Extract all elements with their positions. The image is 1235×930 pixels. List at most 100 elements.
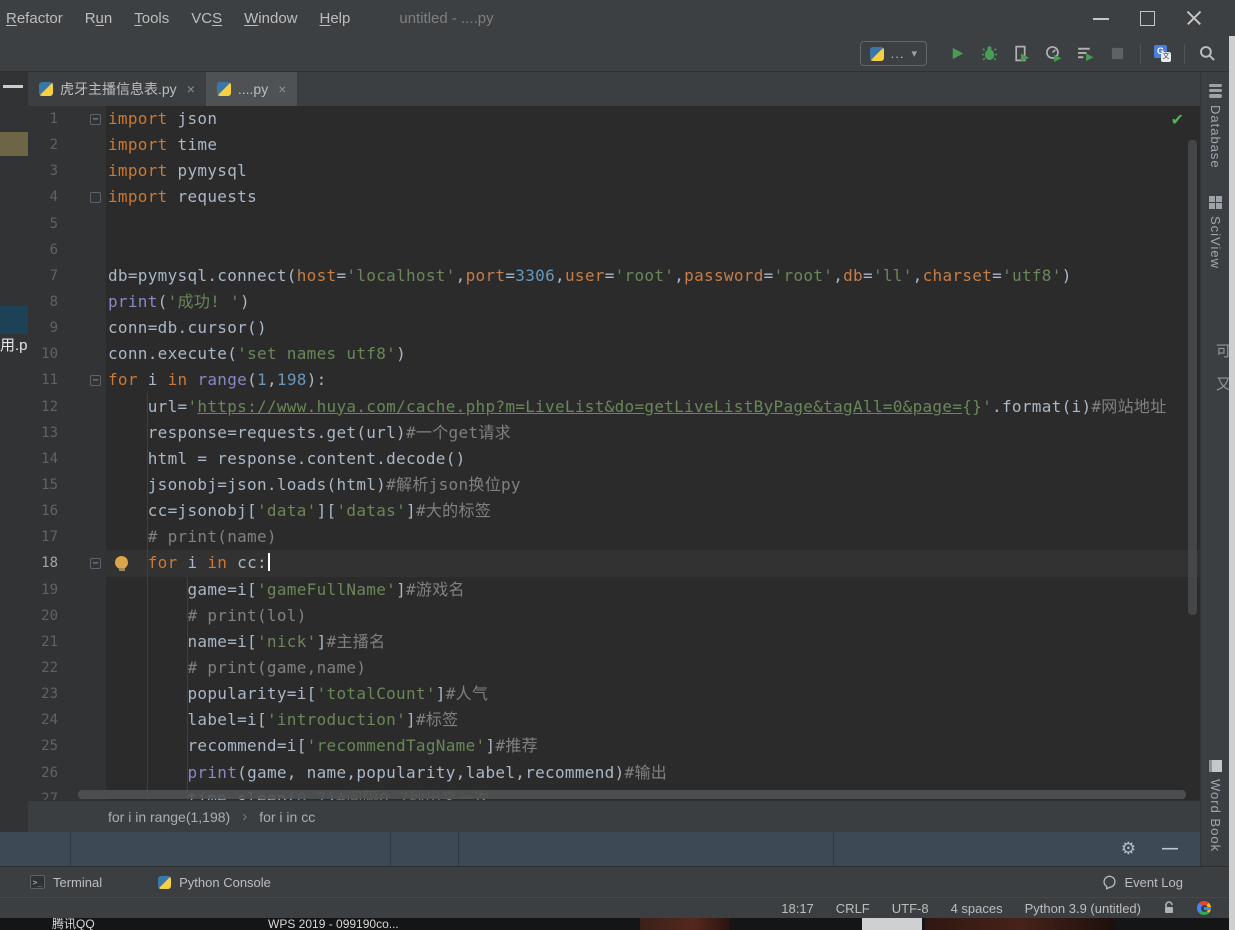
code-text[interactable]: for i in range(1,198): bbox=[106, 367, 1200, 393]
execute-selection-button[interactable] bbox=[1076, 44, 1095, 63]
code-text[interactable]: import requests bbox=[106, 184, 1200, 210]
menu-refactor[interactable]: Refactor bbox=[0, 10, 74, 27]
code-text[interactable]: label=i['introduction']#标签 bbox=[106, 707, 1200, 733]
debug-button[interactable] bbox=[980, 44, 999, 63]
code-text[interactable]: popularity=i['totalCount']#人气 bbox=[106, 681, 1200, 707]
code-line-15[interactable]: 15 jsonobj=json.loads(html)#解析json换位py bbox=[28, 472, 1200, 498]
lock-icon[interactable] bbox=[1163, 901, 1175, 915]
code-text[interactable]: cc=jsonobj['data']['datas']#大的标签 bbox=[106, 498, 1200, 524]
code-line-9[interactable]: 9conn=db.cursor() bbox=[28, 315, 1200, 341]
code-line-8[interactable]: 8print('成功! ') bbox=[28, 289, 1200, 315]
gutter-cell[interactable]: 2 bbox=[28, 132, 106, 158]
code-line-24[interactable]: 24 label=i['introduction']#标签 bbox=[28, 707, 1200, 733]
horizontal-scrollbar[interactable] bbox=[78, 790, 1186, 799]
code-text[interactable]: game=i['gameFullName']#游戏名 bbox=[106, 577, 1200, 603]
code-editor[interactable]: 1−import json2import time3import pymysql… bbox=[28, 106, 1200, 800]
gutter-cell[interactable]: 23 bbox=[28, 681, 106, 707]
menu-tools[interactable]: Tools bbox=[123, 10, 180, 27]
cursor-position-widget[interactable]: 18:17 bbox=[781, 901, 814, 916]
code-text[interactable]: jsonobj=json.loads(html)#解析json换位py bbox=[106, 472, 1200, 498]
code-line-7[interactable]: 7db=pymysql.connect(host='localhost',por… bbox=[28, 263, 1200, 289]
inspections-ok-icon[interactable]: ✔ bbox=[1171, 110, 1184, 129]
code-line-23[interactable]: 23 popularity=i['totalCount']#人气 bbox=[28, 681, 1200, 707]
code-text[interactable]: db=pymysql.connect(host='localhost',port… bbox=[106, 263, 1200, 289]
gutter-cell[interactable]: 8 bbox=[28, 289, 106, 315]
code-line-16[interactable]: 16 cc=jsonobj['data']['datas']#大的标签 bbox=[28, 498, 1200, 524]
code-line-22[interactable]: 22 # print(game,name) bbox=[28, 655, 1200, 681]
code-text[interactable]: print('成功! ') bbox=[106, 289, 1200, 315]
code-line-12[interactable]: 12 url='https://www.huya.com/cache.php?m… bbox=[28, 394, 1200, 420]
code-line-4[interactable]: 4import requests bbox=[28, 184, 1200, 210]
sidebar-item-database[interactable]: Database bbox=[1201, 84, 1229, 168]
gutter-cell[interactable]: 26 bbox=[28, 760, 106, 786]
menu-run[interactable]: Run bbox=[74, 10, 124, 27]
code-text[interactable]: url='https://www.huya.com/cache.php?m=Li… bbox=[106, 394, 1200, 420]
code-text[interactable]: response=requests.get(url)#一个get请求 bbox=[106, 420, 1200, 446]
code-line-10[interactable]: 10conn.execute('set names utf8') bbox=[28, 341, 1200, 367]
translate-icon[interactable]: G 文 bbox=[1154, 45, 1171, 62]
gutter-cell[interactable]: 10 bbox=[28, 341, 106, 367]
vertical-scrollbar[interactable] bbox=[1188, 140, 1197, 615]
gutter-cell[interactable]: 15 bbox=[28, 472, 106, 498]
code-line-18[interactable]: 18− for i in cc: bbox=[28, 550, 1200, 576]
code-text[interactable]: # print(lol) bbox=[106, 603, 1200, 629]
close-button[interactable] bbox=[1171, 0, 1217, 36]
code-text[interactable]: recommend=i['recommendTagName']#推荐 bbox=[106, 733, 1200, 759]
stop-button[interactable] bbox=[1108, 44, 1127, 63]
code-text[interactable]: import time bbox=[106, 132, 1200, 158]
gutter-cell[interactable]: 11− bbox=[28, 367, 106, 393]
run-config-selector[interactable]: ... ▾ bbox=[860, 41, 927, 66]
breadcrumb-item[interactable]: for i in range(1,198) bbox=[108, 809, 230, 825]
code-text[interactable]: conn=db.cursor() bbox=[106, 315, 1200, 341]
sidebar-item-word-book[interactable]: Word Book bbox=[1201, 760, 1229, 852]
gutter-cell[interactable]: 25 bbox=[28, 733, 106, 759]
run-with-coverage-button[interactable] bbox=[1012, 44, 1031, 63]
gutter-cell[interactable]: 22 bbox=[28, 655, 106, 681]
gutter-cell[interactable]: 19 bbox=[28, 577, 106, 603]
tab-close-icon[interactable]: × bbox=[278, 81, 286, 97]
code-line-17[interactable]: 17 # print(name) bbox=[28, 524, 1200, 550]
code-line-19[interactable]: 19 game=i['gameFullName']#游戏名 bbox=[28, 577, 1200, 603]
editor-tab-0[interactable]: 虎牙主播信息表.py× bbox=[28, 72, 206, 106]
code-line-6[interactable]: 6 bbox=[28, 237, 1200, 263]
menu-window[interactable]: Window bbox=[233, 10, 308, 27]
code-text[interactable]: # print(name) bbox=[106, 524, 1200, 550]
tab-close-icon[interactable]: × bbox=[187, 81, 195, 97]
terminal-button[interactable]: >_ Terminal bbox=[30, 875, 102, 890]
settings-gear-icon[interactable]: ⚙ bbox=[1121, 839, 1136, 859]
interpreter-widget[interactable]: Python 3.9 (untitled) bbox=[1025, 901, 1141, 916]
editor-tab-1[interactable]: ....py× bbox=[206, 72, 298, 106]
gutter-cell[interactable]: 24 bbox=[28, 707, 106, 733]
python-console-button[interactable]: Python Console bbox=[158, 875, 271, 890]
code-line-21[interactable]: 21 name=i['nick']#主播名 bbox=[28, 629, 1200, 655]
gutter-cell[interactable]: 12 bbox=[28, 394, 106, 420]
gutter-cell[interactable]: 5 bbox=[28, 211, 106, 237]
gutter-cell[interactable]: 18− bbox=[28, 550, 106, 576]
gutter-cell[interactable]: 16 bbox=[28, 498, 106, 524]
code-text[interactable]: name=i['nick']#主播名 bbox=[106, 629, 1200, 655]
event-log-button[interactable]: Event Log bbox=[1102, 875, 1235, 890]
fold-marker-icon[interactable]: − bbox=[90, 114, 101, 125]
code-text[interactable]: print(game, name,popularity,label,recomm… bbox=[106, 760, 1200, 786]
fold-marker-icon[interactable]: − bbox=[90, 375, 101, 386]
code-text[interactable] bbox=[106, 237, 1200, 263]
menu-vcs[interactable]: VCS bbox=[180, 10, 233, 27]
breadcrumb-item[interactable]: for i in cc bbox=[259, 809, 315, 825]
gutter-cell[interactable]: 14 bbox=[28, 446, 106, 472]
menu-help[interactable]: Help bbox=[309, 10, 362, 27]
gutter-cell[interactable]: 3 bbox=[28, 158, 106, 184]
code-text[interactable]: # print(game,name) bbox=[106, 655, 1200, 681]
indent-widget[interactable]: 4 spaces bbox=[951, 901, 1003, 916]
hide-panel-icon[interactable]: — bbox=[1162, 840, 1178, 858]
gutter-cell[interactable]: 17 bbox=[28, 524, 106, 550]
taskbar-item[interactable]: 腾讯QQ bbox=[52, 918, 95, 930]
minimize-button[interactable] bbox=[1079, 0, 1125, 36]
code-line-1[interactable]: 1−import json bbox=[28, 106, 1200, 132]
gutter-cell[interactable]: 6 bbox=[28, 237, 106, 263]
encoding-widget[interactable]: UTF-8 bbox=[892, 901, 929, 916]
sidebar-item-sciview[interactable]: SciView bbox=[1201, 196, 1229, 269]
maximize-button[interactable] bbox=[1125, 0, 1171, 36]
fold-marker-icon[interactable] bbox=[90, 192, 101, 203]
gutter-cell[interactable]: 1− bbox=[28, 106, 106, 132]
code-line-26[interactable]: 26 print(game, name,popularity,label,rec… bbox=[28, 760, 1200, 786]
